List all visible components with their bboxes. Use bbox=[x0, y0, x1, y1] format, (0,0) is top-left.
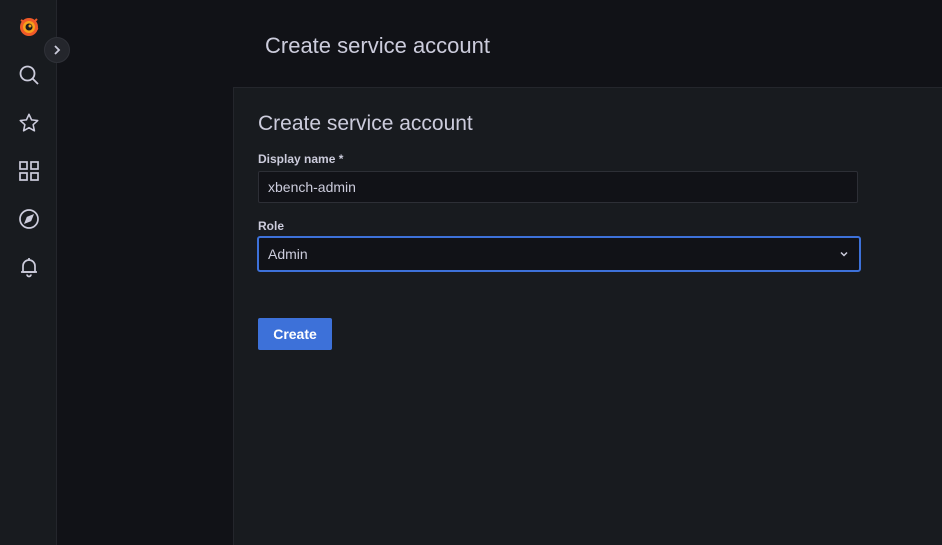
create-button[interactable]: Create bbox=[258, 318, 332, 350]
star-icon[interactable] bbox=[16, 110, 42, 136]
bell-icon[interactable] bbox=[16, 254, 42, 280]
display-name-label: Display name * bbox=[258, 152, 344, 166]
role-select[interactable]: Admin bbox=[257, 236, 861, 272]
sidebar bbox=[0, 0, 57, 545]
expand-sidebar-button[interactable] bbox=[44, 37, 70, 63]
form-title: Create service account bbox=[258, 112, 473, 135]
dashboards-icon[interactable] bbox=[16, 158, 42, 184]
display-name-input[interactable] bbox=[258, 171, 858, 203]
chevron-right-icon bbox=[54, 45, 61, 55]
chevron-down-icon bbox=[840, 251, 848, 257]
compass-icon[interactable] bbox=[16, 206, 42, 232]
page-title: Create service account bbox=[265, 33, 490, 58]
role-select-value: Admin bbox=[268, 246, 308, 262]
role-label: Role bbox=[258, 219, 285, 233]
search-icon[interactable] bbox=[16, 62, 42, 88]
grafana-logo-icon[interactable] bbox=[16, 14, 42, 40]
create-service-account-panel: Create service account Display name * Ro… bbox=[233, 87, 942, 545]
